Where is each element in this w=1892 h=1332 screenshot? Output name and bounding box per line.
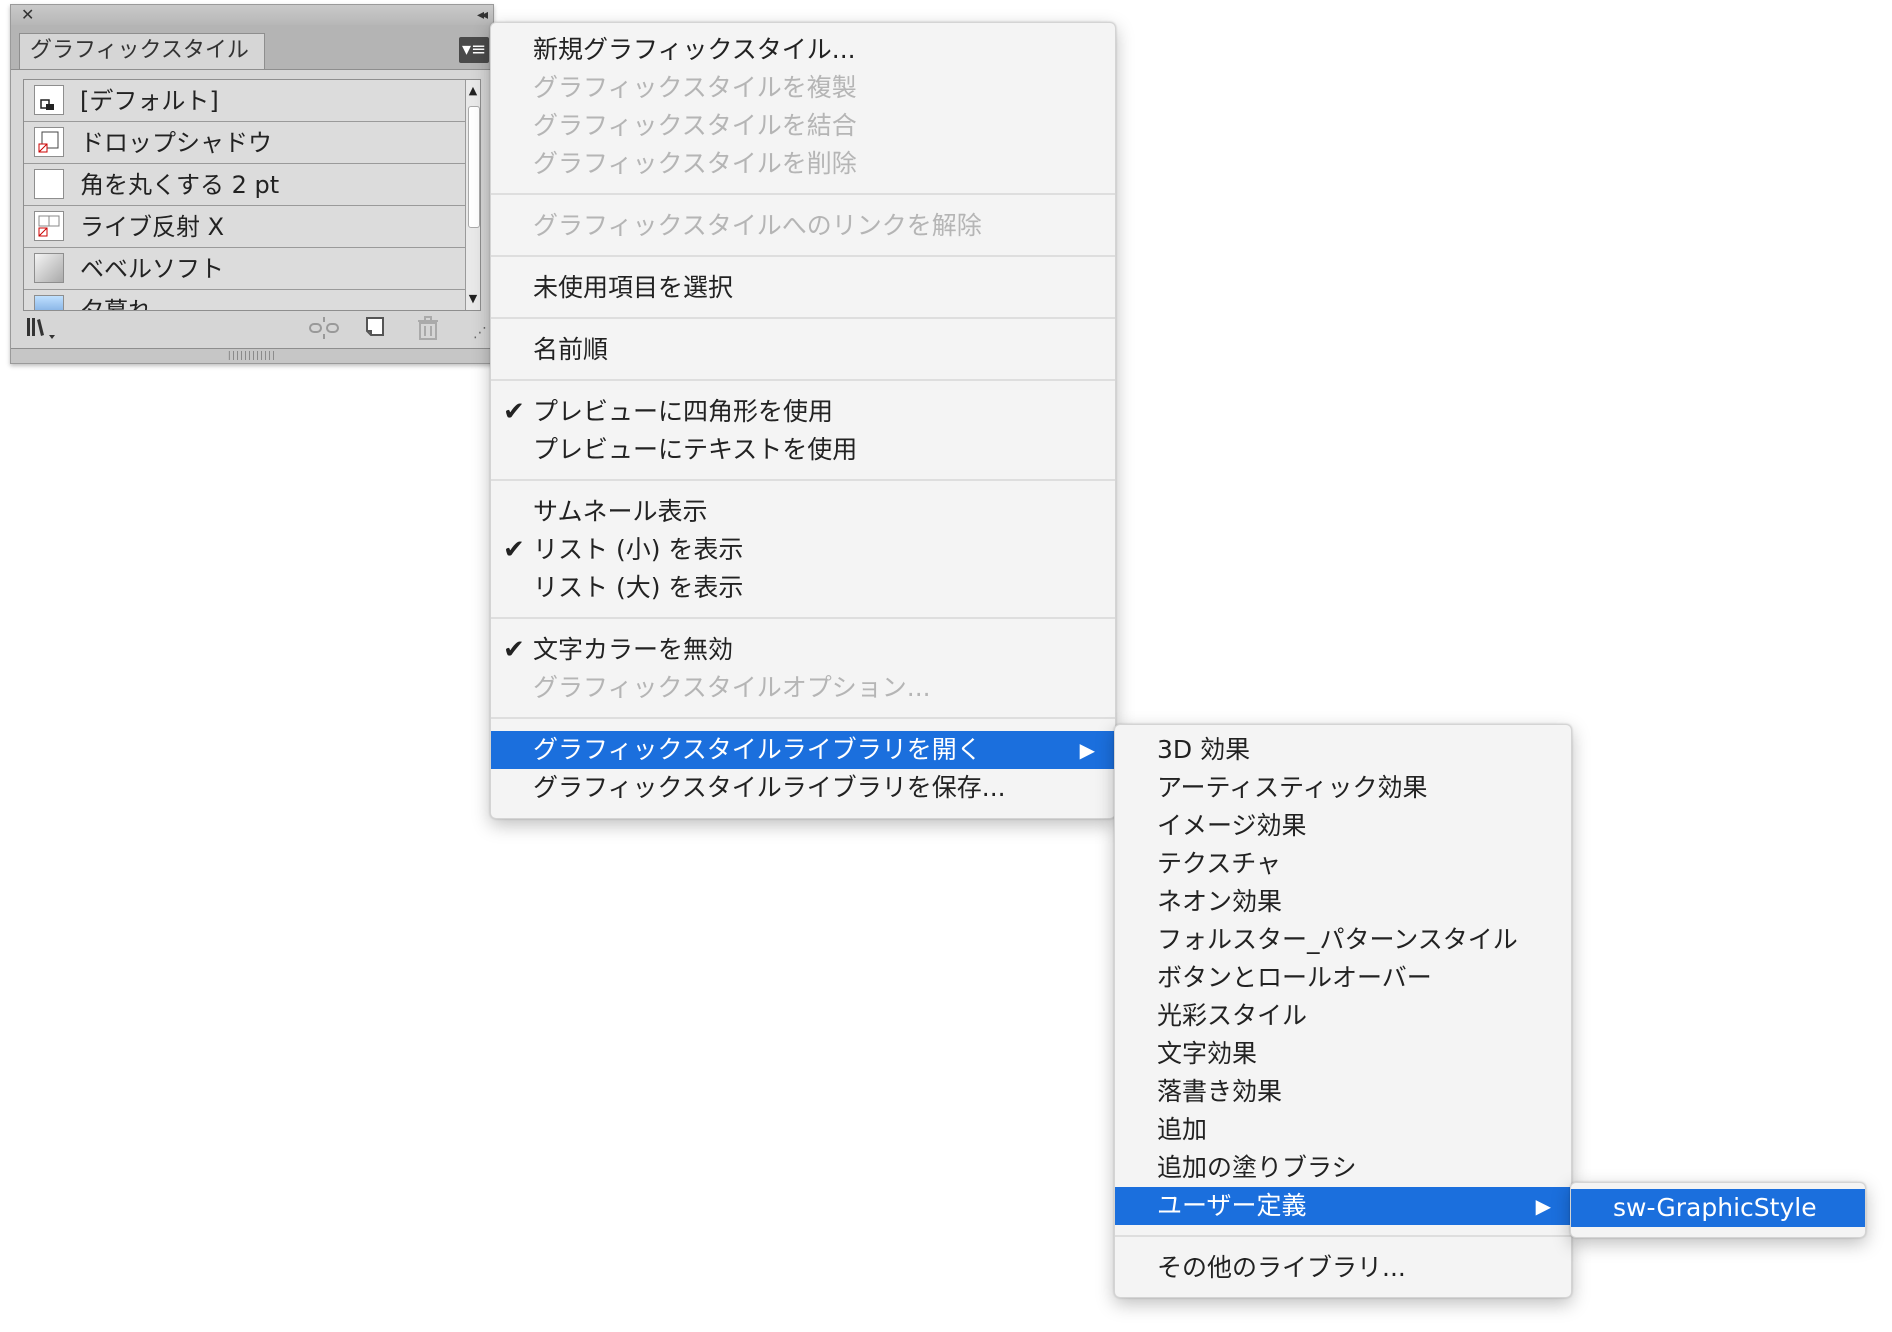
menu-delete-graphic-style[interactable]: グラフィックスタイルを削除: [491, 145, 1115, 183]
library-item-artistic-effects[interactable]: アーティスティック効果: [1115, 769, 1571, 807]
menu-small-list-view[interactable]: ✔ リスト (小) を表示: [491, 531, 1115, 569]
style-swatch: [34, 211, 64, 241]
user-defined-submenu: sw-GraphicStyle: [1570, 1182, 1866, 1238]
break-link-icon[interactable]: [307, 315, 341, 347]
library-item-3d-effects[interactable]: 3D 効果: [1115, 731, 1571, 769]
style-library-submenu: 3D 効果 アーティスティック効果 イメージ効果 テクスチャ ネオン効果 フォル…: [1114, 724, 1572, 1298]
style-label: ライブ反射 X: [80, 213, 225, 241]
menu-sort-by-name[interactable]: 名前順: [491, 331, 1115, 369]
graphic-styles-panel: ✕ ◂◂ グラフィックスタイル ▾≡ [デフォルト] ドロップシャドウ 角を丸く…: [10, 4, 494, 364]
menu-separator: [491, 255, 1115, 257]
panel-flyout-menu: 新規グラフィックスタイル... グラフィックスタイルを複製 グラフィックスタイル…: [490, 22, 1116, 819]
panel-resize-gripper[interactable]: ||||||||||||: [11, 348, 493, 363]
menu-separator: [491, 379, 1115, 381]
close-icon[interactable]: ✕: [21, 5, 34, 25]
submenu-arrow-icon: ▶: [1535, 1194, 1551, 1218]
style-row-dusk[interactable]: 夕暮れ: [24, 290, 468, 311]
menu-separator: [1115, 1235, 1571, 1237]
style-row-drop-shadow[interactable]: ドロップシャドウ: [24, 122, 468, 164]
library-item-additive[interactable]: 追加: [1115, 1111, 1571, 1149]
user-library-sw-graphicstyle[interactable]: sw-GraphicStyle: [1571, 1189, 1865, 1227]
library-item-scribble-effects[interactable]: 落書き効果: [1115, 1073, 1571, 1111]
library-item-user-defined[interactable]: ユーザー定義 ▶: [1115, 1187, 1571, 1225]
style-list: [デフォルト] ドロップシャドウ 角を丸くする 2 pt ライブ反射 X ベベル…: [23, 79, 481, 311]
menu-separator: [491, 317, 1115, 319]
menu-break-link[interactable]: グラフィックスタイルへのリンクを解除: [491, 207, 1115, 245]
style-label: 角を丸くする 2 pt: [80, 171, 280, 199]
menu-large-list-view[interactable]: リスト (大) を表示: [491, 569, 1115, 607]
menu-separator: [491, 717, 1115, 719]
scroll-up-icon[interactable]: ▲: [466, 80, 480, 102]
menu-preview-text[interactable]: プレビューにテキストを使用: [491, 431, 1115, 469]
libraries-menu-icon[interactable]: [25, 315, 59, 347]
style-row-default[interactable]: [デフォルト]: [24, 80, 468, 122]
library-item-glow-styles[interactable]: 光彩スタイル: [1115, 997, 1571, 1035]
menu-separator: [491, 617, 1115, 619]
style-swatch: [34, 127, 64, 157]
submenu-arrow-icon: ▶: [1079, 738, 1095, 762]
new-style-icon[interactable]: [361, 315, 391, 347]
style-swatch: [34, 253, 64, 283]
resize-grip-icon[interactable]: ⋰: [473, 325, 487, 341]
panel-titlebar: ✕ ◂◂: [11, 5, 493, 26]
style-row-round-corners[interactable]: 角を丸くする 2 pt: [24, 164, 468, 206]
style-row-bevel-soft[interactable]: ベベルソフト: [24, 248, 468, 290]
collapse-icon[interactable]: ◂◂: [477, 5, 488, 25]
menu-thumbnail-view[interactable]: サムネール表示: [491, 493, 1115, 531]
panel-menu-icon[interactable]: ▾≡: [459, 37, 489, 63]
style-label: ドロップシャドウ: [80, 129, 272, 157]
scroll-thumb[interactable]: [468, 106, 480, 228]
style-row-live-reflect[interactable]: ライブ反射 X: [24, 206, 468, 248]
menu-save-style-library[interactable]: グラフィックスタイルライブラリを保存...: [491, 769, 1115, 807]
style-swatch: [34, 295, 64, 310]
menu-duplicate-graphic-style[interactable]: グラフィックスタイルを複製: [491, 69, 1115, 107]
list-scrollbar[interactable]: ▲ ▼: [465, 80, 480, 310]
style-swatch: [34, 85, 64, 115]
trash-icon[interactable]: [413, 315, 443, 347]
menu-open-style-library[interactable]: グラフィックスタイルライブラリを開く ▶: [491, 731, 1115, 769]
checkmark-icon: ✔: [503, 535, 525, 565]
tab-graphic-styles[interactable]: グラフィックスタイル: [19, 33, 265, 69]
style-label: [デフォルト]: [80, 87, 219, 115]
style-label: ベベルソフト: [80, 255, 224, 283]
style-swatch: [34, 169, 64, 199]
menu-preview-square[interactable]: ✔ プレビューに四角形を使用: [491, 393, 1115, 431]
panel-bottombar: ⋰: [11, 311, 493, 349]
library-item-image-effects[interactable]: イメージ効果: [1115, 807, 1571, 845]
menu-merge-graphic-styles[interactable]: グラフィックスタイルを結合: [491, 107, 1115, 145]
checkmark-icon: ✔: [503, 397, 525, 427]
menu-override-character-color[interactable]: ✔ 文字カラーを無効: [491, 631, 1115, 669]
menu-graphic-style-options[interactable]: グラフィックスタイルオプション...: [491, 669, 1115, 707]
panel-tabstrip: グラフィックスタイル ▾≡: [11, 25, 493, 70]
menu-separator: [491, 479, 1115, 481]
checkmark-icon: ✔: [503, 635, 525, 665]
menu-new-graphic-style[interactable]: 新規グラフィックスタイル...: [491, 31, 1115, 69]
style-label: 夕暮れ: [80, 297, 152, 311]
library-item-type-effects[interactable]: 文字効果: [1115, 1035, 1571, 1073]
library-item-other-library[interactable]: その他のライブラリ...: [1115, 1249, 1571, 1287]
library-item-buttons-rollovers[interactable]: ボタンとロールオーバー: [1115, 959, 1571, 997]
library-item-textures[interactable]: テクスチャ: [1115, 845, 1571, 883]
scroll-down-icon[interactable]: ▼: [466, 288, 480, 310]
library-item-additive-blob-brush[interactable]: 追加の塗りブラシ: [1115, 1149, 1571, 1187]
library-item-forster-pattern-styles[interactable]: フォルスター_パターンスタイル: [1115, 921, 1571, 959]
menu-select-unused[interactable]: 未使用項目を選択: [491, 269, 1115, 307]
library-item-neon-effects[interactable]: ネオン効果: [1115, 883, 1571, 921]
menu-separator: [491, 193, 1115, 195]
